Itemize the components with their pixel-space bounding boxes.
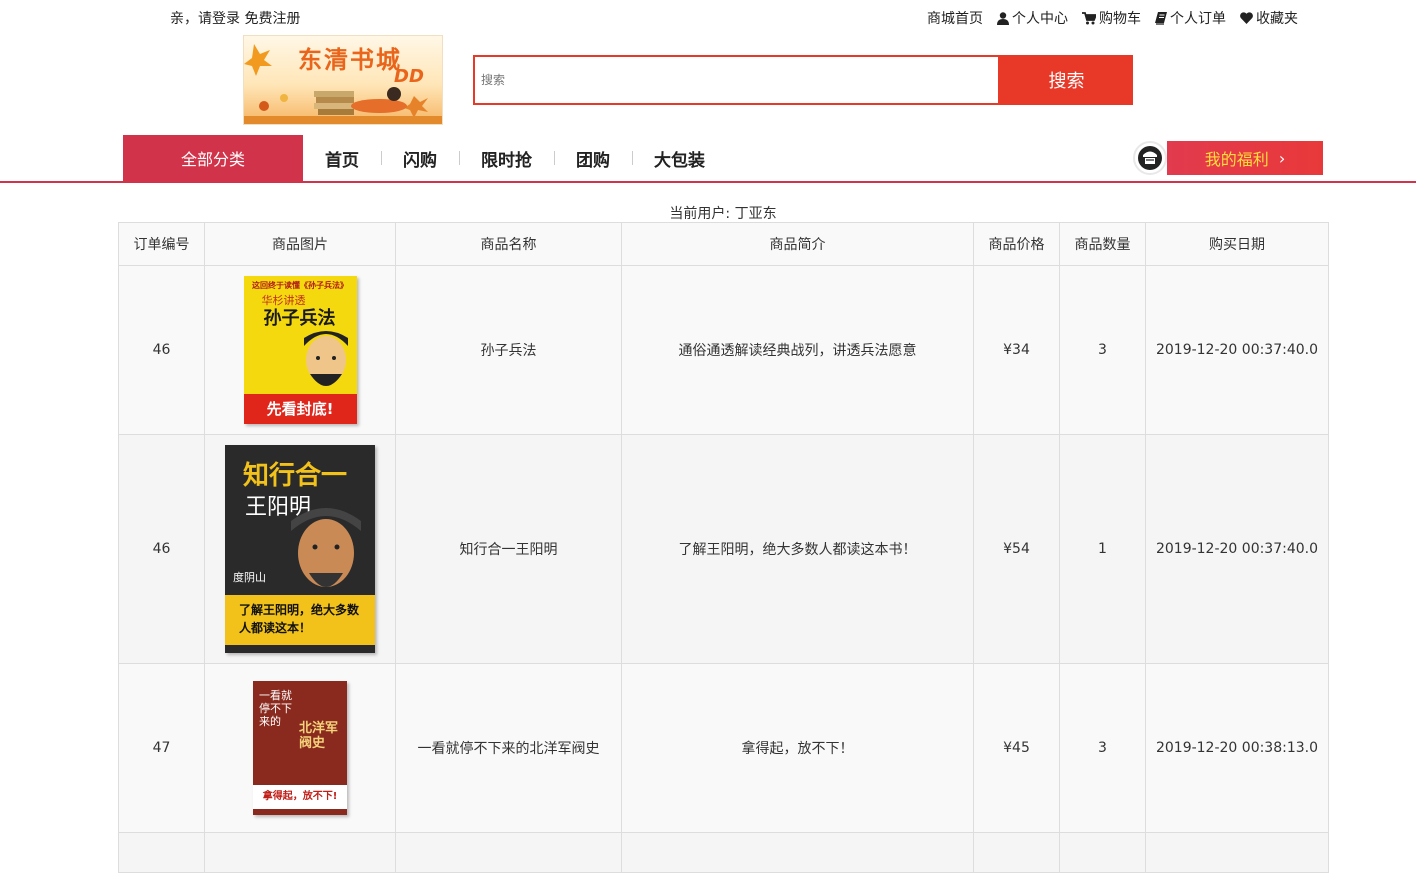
product-desc: 通俗通透解读经典战列，讲透兵法愿意 [621,265,974,435]
col-qty: 商品数量 [1059,222,1146,266]
product-price: ¥34 [973,265,1060,435]
chevron-right-icon: › [1278,148,1286,168]
product-image-cell: 知行合一 王阳明 度阴山 了解王阳明，绝大多数人都读这本！ [204,434,396,664]
table-cell [621,832,974,873]
nav-item-limited-time[interactable]: 限时抢 [459,146,554,171]
cover-sub-text: 度阴山 [233,571,266,584]
product-qty: 3 [1059,663,1146,833]
cover-top-text: 一看就停不下来的 [259,689,292,728]
purchase-date: 2019-12-20 00:37:40.0 [1145,265,1329,435]
product-qty: 3 [1059,265,1146,435]
avatar-icon [1133,141,1167,175]
orders-table: 订单编号 商品图片 商品名称 商品简介 商品价格 商品数量 购买日期 46 这回… [118,222,1329,873]
logo-subtitle: DD [394,66,424,87]
table-row: 47 一看就停不下来的 北洋军阀史 拿得起，放不下! 一看就停不下来的北洋军阀史… [118,663,1329,833]
all-categories-button[interactable]: 全部分类 [123,135,303,181]
col-name: 商品名称 [395,222,622,266]
current-user: 当前用户: 丁亚东 [669,206,777,222]
cart-label: 购物车 [1099,11,1141,27]
personal-orders-label: 个人订单 [1170,11,1226,27]
col-date: 购买日期 [1145,222,1329,266]
book-cover-image[interactable]: 这回终于读懂《孙子兵法》 华杉讲透 孙子兵法 先看封底! [243,276,357,424]
product-name: 知行合一王阳明 [395,434,622,664]
product-desc: 了解王阳明，绝大多数人都读这本书！ [621,434,974,664]
col-price: 商品价格 [973,222,1060,266]
cover-title-text: 孙子兵法 [263,308,336,329]
table-row: 46 这回终于读懂《孙子兵法》 华杉讲透 孙子兵法 先看封底! 孙子兵法 通俗通… [118,265,1329,435]
cart-icon [1082,11,1096,25]
order-id: 46 [118,434,205,664]
top-links: 商城首页 个人中心 购物车 个人订单 收藏夹 [927,8,1298,28]
table-cell [118,832,205,873]
search-bar: 搜索 [473,55,1133,105]
order-id: 47 [118,663,205,833]
table-cell [204,832,396,873]
cover-portrait [303,331,348,386]
heart-icon [1240,12,1253,24]
cover-top-text: 这回终于读懂《孙子兵法》 [252,281,348,290]
personal-orders-link[interactable]: 个人订单 [1155,8,1226,28]
my-welfare-label: 我的福利 › [1167,141,1323,175]
register-link[interactable]: 免费注册 [244,11,300,27]
table-row [118,832,1329,873]
logo-title: 东清书城 [298,46,402,74]
product-qty: 1 [1059,434,1146,664]
main-nav: 全部分类 首页 闪购 限时抢 团购 大包装 我的福利 › [0,135,1416,183]
login-link[interactable]: 亲，请登录 [170,11,240,27]
col-order-id: 订单编号 [118,222,205,266]
user-icon [997,11,1009,25]
favorites-label: 收藏夹 [1256,11,1298,27]
nav-item-flash-sale[interactable]: 闪购 [381,146,459,171]
book-cover-image[interactable]: 一看就停不下来的 北洋军阀史 拿得起，放不下! [253,681,347,815]
personal-center-label: 个人中心 [1012,11,1068,27]
cart-link[interactable]: 购物车 [1082,8,1141,28]
product-desc: 拿得起，放不下！ [621,663,974,833]
personal-center-link[interactable]: 个人中心 [997,8,1068,28]
cover-bottom-text: 拿得起，放不下! [253,785,347,809]
table-cell [973,832,1060,873]
col-desc: 商品简介 [621,222,974,266]
book-icon [1155,11,1167,25]
nav-item-group-buy[interactable]: 团购 [554,146,632,171]
table-cell [1145,832,1329,873]
mall-home-label: 商城首页 [927,11,983,27]
nav-item-big-pack[interactable]: 大包装 [632,146,727,171]
cover-portrait [291,508,361,587]
site-logo[interactable]: 东清书城 DD [243,35,443,125]
nav-item-home[interactable]: 首页 [303,146,381,171]
product-image-cell: 一看就停不下来的 北洋军阀史 拿得起，放不下! [204,663,396,833]
product-price: ¥45 [973,663,1060,833]
table-row: 46 知行合一 王阳明 度阴山 了解王阳明，绝大多数人都读这本！ 知行合一王阳明… [118,434,1329,664]
product-name: 孙子兵法 [395,265,622,435]
cover-bottom-text: 先看封底! [243,394,357,424]
product-image-cell: 这回终于读懂《孙子兵法》 华杉讲透 孙子兵法 先看封底! [204,265,396,435]
purchase-date: 2019-12-20 00:37:40.0 [1145,434,1329,664]
cover-title-text: 北洋军阀史 [299,721,339,751]
table-header-row: 订单编号 商品图片 商品名称 商品简介 商品价格 商品数量 购买日期 [118,222,1329,266]
cover-top-text: 知行合一 [243,461,348,491]
favorites-link[interactable]: 收藏夹 [1240,8,1298,28]
welfare-text: 我的福利 [1204,150,1269,169]
product-price: ¥54 [973,434,1060,664]
table-cell [1059,832,1146,873]
search-button[interactable]: 搜索 [1000,55,1133,105]
cover-bottom-text: 了解王阳明，绝大多数人都读这本！ [225,595,375,645]
book-cover-image[interactable]: 知行合一 王阳明 度阴山 了解王阳明，绝大多数人都读这本！ [225,445,375,653]
login-area: 亲，请登录 免费注册 [170,8,300,28]
table-cell [395,832,622,873]
my-welfare-button[interactable]: 我的福利 › [1133,141,1323,175]
product-name: 一看就停不下来的北洋军阀史 [395,663,622,833]
purchase-date: 2019-12-20 00:38:13.0 [1145,663,1329,833]
search-input[interactable] [473,55,1000,105]
order-id: 46 [118,265,205,435]
top-bar: 亲，请登录 免费注册 商城首页 个人中心 购物车 个人订单 收藏夹 [0,0,1416,34]
col-image: 商品图片 [204,222,396,266]
mall-home-link[interactable]: 商城首页 [927,8,983,28]
nav-items: 首页 闪购 限时抢 团购 大包装 [303,135,727,181]
